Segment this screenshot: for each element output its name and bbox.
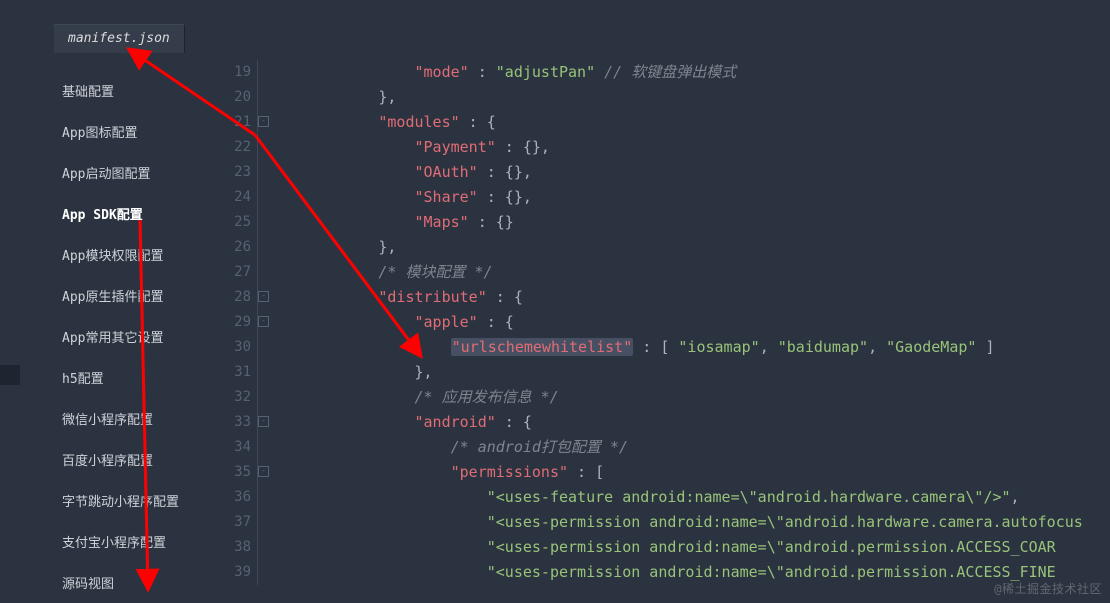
code-line: "permissions" : [	[258, 460, 1110, 485]
watermark: @稀土掘金技术社区	[994, 580, 1102, 597]
code-line: "mode" : "adjustPan" // 软键盘弹出模式	[258, 60, 1110, 85]
gutter-line: 30	[200, 335, 257, 360]
code-line: },	[258, 85, 1110, 110]
sidebar-item-3[interactable]: App SDK配置	[54, 193, 194, 234]
gutter-line: 33-	[200, 410, 257, 435]
gutter-line: 22	[200, 135, 257, 160]
left-strip	[0, 365, 20, 385]
gutter-line: 29-	[200, 310, 257, 335]
sidebar-item-12[interactable]: 源码视图	[54, 562, 194, 603]
tab-bar: manifest.json	[54, 24, 185, 53]
code-editor[interactable]: "mode" : "adjustPan" // 软键盘弹出模式 }, "modu…	[258, 60, 1110, 603]
sidebar-item-10[interactable]: 字节跳动小程序配置	[54, 480, 194, 521]
code-line: "OAuth" : {},	[258, 160, 1110, 185]
code-line: "Payment" : {},	[258, 135, 1110, 160]
code-line: "<uses-permission android:name=\"android…	[258, 535, 1110, 560]
gutter-line: 39	[200, 560, 257, 585]
code-line: /* android打包配置 */	[258, 435, 1110, 460]
gutter-line: 37	[200, 510, 257, 535]
sidebar-item-5[interactable]: App原生插件配置	[54, 275, 194, 316]
gutter-line: 31	[200, 360, 257, 385]
gutter-line: 23	[200, 160, 257, 185]
code-line: "android" : {	[258, 410, 1110, 435]
sidebar-item-8[interactable]: 微信小程序配置	[54, 398, 194, 439]
gutter-line: 38	[200, 535, 257, 560]
gutter-line: 36	[200, 485, 257, 510]
sidebar-item-2[interactable]: App启动图配置	[54, 152, 194, 193]
code-line: "<uses-permission android:name=\"android…	[258, 560, 1110, 585]
gutter-line: 20	[200, 85, 257, 110]
tab-manifest-json[interactable]: manifest.json	[54, 24, 185, 53]
gutter-line: 25	[200, 210, 257, 235]
gutter-line: 21-	[200, 110, 257, 135]
code-line: "apple" : {	[258, 310, 1110, 335]
sidebar-item-11[interactable]: 支付宝小程序配置	[54, 521, 194, 562]
gutter-line: 28-	[200, 285, 257, 310]
sidebar-item-7[interactable]: h5配置	[54, 357, 194, 398]
line-gutter: 192021-22232425262728-29-30313233-3435-3…	[200, 60, 258, 585]
code-line: /* 应用发布信息 */	[258, 385, 1110, 410]
tab-label: manifest.json	[68, 31, 170, 46]
gutter-line: 26	[200, 235, 257, 260]
sidebar-item-0[interactable]: 基础配置	[54, 70, 194, 111]
gutter-line: 35-	[200, 460, 257, 485]
sidebar-item-6[interactable]: App常用其它设置	[54, 316, 194, 357]
sidebar-item-4[interactable]: App模块权限配置	[54, 234, 194, 275]
config-sidebar: 基础配置App图标配置App启动图配置App SDK配置App模块权限配置App…	[54, 70, 194, 603]
code-line: "<uses-feature android:name=\"android.ha…	[258, 485, 1110, 510]
sidebar-item-9[interactable]: 百度小程序配置	[54, 439, 194, 480]
code-line: "<uses-permission android:name=\"android…	[258, 510, 1110, 535]
code-line: /* 模块配置 */	[258, 260, 1110, 285]
gutter-line: 19	[200, 60, 257, 85]
code-line: "Share" : {},	[258, 185, 1110, 210]
gutter-line: 24	[200, 185, 257, 210]
gutter-line: 27	[200, 260, 257, 285]
code-line: "Maps" : {}	[258, 210, 1110, 235]
code-line: "modules" : {	[258, 110, 1110, 135]
code-line: },	[258, 235, 1110, 260]
gutter-line: 34	[200, 435, 257, 460]
code-line: "distribute" : {	[258, 285, 1110, 310]
code-line: },	[258, 360, 1110, 385]
sidebar-item-1[interactable]: App图标配置	[54, 111, 194, 152]
gutter-line: 32	[200, 385, 257, 410]
code-line: "urlschemewhitelist" : [ "iosamap", "bai…	[258, 335, 1110, 360]
